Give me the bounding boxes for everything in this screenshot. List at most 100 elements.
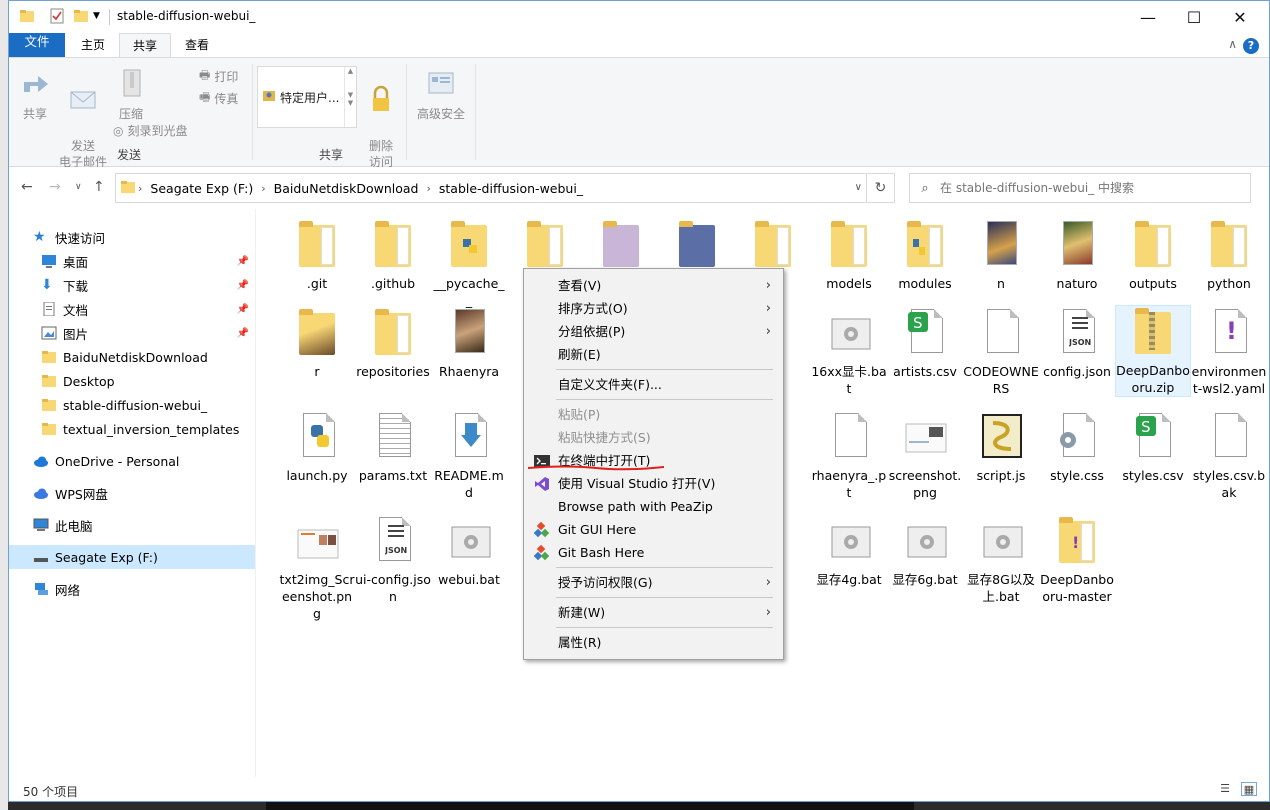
list-item[interactable]: outputs <box>1115 219 1191 292</box>
refresh-icon[interactable]: ↻ <box>866 174 894 202</box>
menu-item-git-gui[interactable]: Git GUI Here <box>526 518 781 541</box>
breadcrumb-current[interactable]: stable-diffusion-webui_ <box>433 181 589 196</box>
zip-button[interactable]: 压缩 <box>113 68 149 122</box>
sidebar-network[interactable]: 网络 <box>9 577 255 601</box>
address-dropdown-icon[interactable]: ∨ <box>855 182 862 193</box>
share-with-list[interactable]: 特定用户... ▲ ▼ ▼ <box>257 66 357 128</box>
menu-item-new[interactable]: 新建(W) › <box>526 601 781 624</box>
menu-item-grant-access[interactable]: 授予访问权限(G) › <box>526 571 781 594</box>
list-item[interactable]: Rhaenyra <box>431 307 507 380</box>
tab-file[interactable]: 文件 <box>9 33 65 57</box>
list-item[interactable]: script.js <box>963 411 1039 484</box>
list-item[interactable]: r <box>279 307 355 380</box>
breadcrumb-baidu[interactable]: BaiduNetdiskDownload <box>268 181 425 196</box>
list-item[interactable]: launch.py <box>279 411 355 484</box>
menu-item-group[interactable]: 分组依据(P) › <box>526 320 781 343</box>
advanced-security-button[interactable]: 高级安全 <box>413 68 469 122</box>
list-item[interactable]: JSON ui-config.json <box>355 515 431 605</box>
list-item[interactable]: 显存4g.bat <box>811 515 887 588</box>
new-folder-icon[interactable] <box>73 8 89 24</box>
sidebar-item-baidu[interactable]: BaiduNetdiskDownload <box>9 345 255 369</box>
list-item[interactable]: styles.csv.bak <box>1191 411 1267 501</box>
collapse-ribbon-icon[interactable]: ∧ <box>1228 37 1237 51</box>
help-icon[interactable]: ? <box>1243 38 1259 54</box>
sidebar-item-desktop[interactable]: 桌面 📌 <box>9 249 255 273</box>
burn-disc-button[interactable]: ◎ 刻录到光盘 <box>113 122 188 139</box>
list-item[interactable]: repositories <box>355 307 431 380</box>
tab-share[interactable]: 共享 <box>119 33 171 57</box>
list-item[interactable]: webui.bat <box>431 515 507 588</box>
breadcrumb-chevron-icon[interactable]: › <box>259 182 267 195</box>
menu-item-peazip[interactable]: Browse path with PeaZip <box>526 495 781 518</box>
tab-home[interactable]: 主页 <box>67 33 119 57</box>
menu-item-paste[interactable]: 粘贴(P) <box>526 403 781 426</box>
menu-item-customize[interactable]: 自定义文件夹(F)... <box>526 373 781 396</box>
menu-item-git-bash[interactable]: Git Bash Here <box>526 541 781 564</box>
list-item[interactable]: Sstyles.csv <box>1115 411 1191 484</box>
list-item[interactable]: CODEOWNERS <box>963 307 1039 397</box>
tab-view[interactable]: 查看 <box>171 33 223 57</box>
sidebar-item-pictures[interactable]: 图片 📌 <box>9 321 255 345</box>
quick-access-dropdown-icon[interactable]: ▼ <box>93 11 109 27</box>
list-item[interactable]: __pycache__ <box>431 219 507 309</box>
list-item[interactable]: ! environment-wsl2.yaml <box>1191 307 1267 397</box>
list-item[interactable]: ! DeepDanbooru-master <box>1039 515 1115 605</box>
share-button[interactable]: 共享 <box>17 68 53 122</box>
sidebar-drive[interactable]: Seagate Exp (F:) <box>9 545 255 569</box>
sidebar-item-downloads[interactable]: ⬇ 下载 📌 <box>9 273 255 297</box>
sidebar-item-textual-inversion[interactable]: textual_inversion_templates <box>9 417 255 441</box>
recent-locations-icon[interactable]: ∨ <box>75 182 82 192</box>
list-item[interactable]: 显存6g.bat <box>887 515 963 588</box>
search-input[interactable] <box>940 181 1240 195</box>
print-button[interactable]: 🖶 打印 <box>199 66 238 87</box>
list-item[interactable]: python <box>1191 219 1267 292</box>
list-item[interactable]: params.txt <box>355 411 431 484</box>
list-item[interactable]: naturo <box>1039 219 1115 292</box>
breadcrumb-chevron-icon[interactable]: › <box>136 182 144 195</box>
pin-icon[interactable]: 📌 <box>237 256 249 267</box>
list-item[interactable]: txt2img_Screenshot.png <box>279 515 355 622</box>
sidebar-onedrive[interactable]: OneDrive - Personal <box>9 449 255 473</box>
large-icons-view-icon[interactable]: ▦ <box>1241 782 1257 796</box>
sidebar-item-documents[interactable]: 文档 📌 <box>9 297 255 321</box>
sidebar-item-sd-webui[interactable]: stable-diffusion-webui_ <box>9 393 255 417</box>
menu-item-paste-shortcut[interactable]: 粘贴快捷方式(S) <box>526 426 781 449</box>
sidebar-quick-access[interactable]: ★ 快速访问 <box>9 225 255 249</box>
search-box[interactable]: ⌕ <box>909 173 1251 203</box>
list-item[interactable]: 显存8G以及上.bat <box>963 515 1039 605</box>
menu-item-refresh[interactable]: 刷新(E) <box>526 343 781 366</box>
list-item[interactable]: models <box>811 219 887 292</box>
address-bar[interactable]: › Seagate Exp (F:) › BaiduNetdiskDownloa… <box>115 173 895 203</box>
details-view-icon[interactable]: ☰ <box>1217 782 1233 796</box>
list-item[interactable] <box>583 219 659 275</box>
close-button[interactable]: ✕ <box>1217 1 1263 33</box>
list-item[interactable]: DeepDanbooru.zip <box>1115 305 1191 397</box>
properties-icon[interactable] <box>49 8 65 24</box>
pin-icon[interactable]: 📌 <box>237 328 249 339</box>
up-arrow-icon[interactable]: ↑ <box>93 179 105 195</box>
list-item[interactable]: rhaenyra_.pt <box>811 411 887 501</box>
list-item[interactable]: n <box>963 219 1039 292</box>
share-list-scrollbar[interactable]: ▲ ▼ ▼ <box>344 67 356 127</box>
list-item[interactable]: style.css <box>1039 411 1115 484</box>
sidebar-wps[interactable]: WPS网盘 <box>9 481 255 505</box>
list-item[interactable]: 16xx显卡.bat <box>811 307 887 397</box>
menu-item-open-vs[interactable]: 使用 Visual Studio 打开(V) <box>526 472 781 495</box>
list-item[interactable]: README.md <box>431 411 507 501</box>
list-item[interactable]: .git <box>279 219 355 292</box>
forward-arrow-icon[interactable]: → <box>49 179 61 195</box>
list-item[interactable]: JSON config.json <box>1039 307 1115 380</box>
list-item[interactable]: modules <box>887 219 963 292</box>
sidebar-item-desktop-folder[interactable]: Desktop <box>9 369 255 393</box>
list-item[interactable] <box>659 219 735 275</box>
fax-button[interactable]: 🖷 传真 <box>199 88 238 109</box>
list-item[interactable]: screenshot.png <box>887 411 963 501</box>
list-item[interactable] <box>735 219 811 275</box>
breadcrumb-drive[interactable]: Seagate Exp (F:) <box>144 181 259 196</box>
breadcrumb-chevron-icon[interactable]: › <box>424 182 432 195</box>
list-item[interactable]: .github <box>355 219 431 292</box>
minimize-button[interactable]: — <box>1125 1 1171 33</box>
list-item[interactable]: Sartists.csv <box>887 307 963 380</box>
menu-item-sort[interactable]: 排序方式(O) › <box>526 297 781 320</box>
pin-icon[interactable]: 📌 <box>237 304 249 315</box>
